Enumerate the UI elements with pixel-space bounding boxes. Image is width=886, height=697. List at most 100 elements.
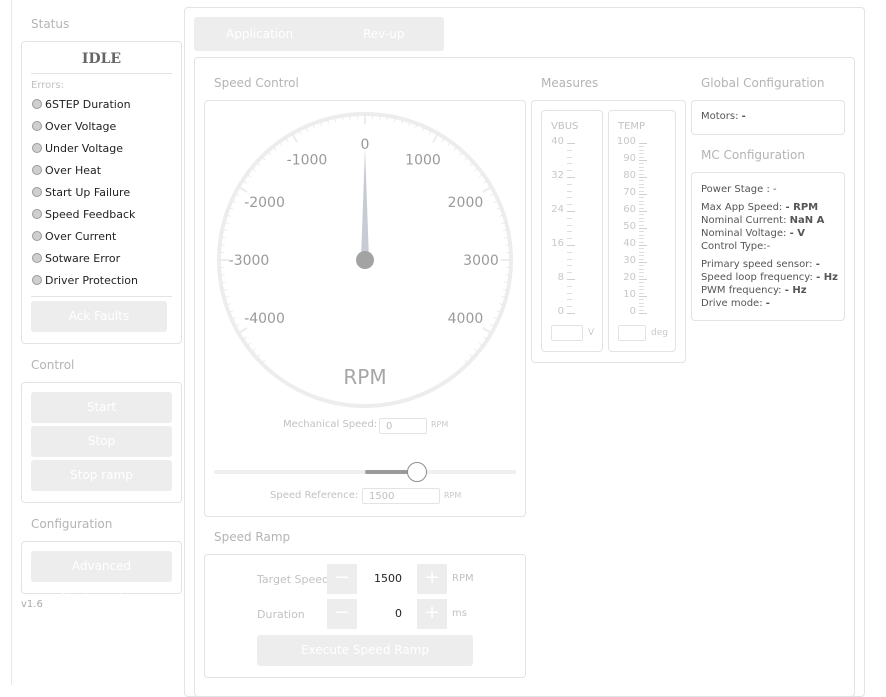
scale-minor-tick (639, 276, 644, 277)
ack-faults-button[interactable]: Ack Faults (31, 301, 167, 332)
scale-minor-tick (567, 163, 572, 164)
gauge-hub (356, 251, 374, 269)
configuration-title: Configuration (31, 517, 112, 531)
error-row: Sotware Error (32, 249, 120, 267)
duration-increment-button[interactable]: + (417, 599, 447, 629)
error-label: Over Voltage (45, 120, 116, 133)
scale-minor-tick (567, 204, 572, 205)
mechanical-speed-value: 0 (386, 421, 392, 432)
scale-minor-tick (639, 153, 644, 154)
scale-minor-tick (567, 184, 572, 185)
scale-tick (567, 279, 575, 280)
stop-button[interactable]: Stop (31, 426, 172, 457)
scale-tick-label: 0 (544, 306, 564, 317)
start-button[interactable]: Start (31, 392, 172, 423)
scale-minor-tick (639, 255, 644, 256)
gauge-tick (380, 115, 381, 120)
speed-control-title: Speed Control (214, 76, 299, 90)
scale-minor-tick (639, 269, 644, 270)
tab-rev-up[interactable]: Rev-up (363, 27, 405, 41)
scale-minor-tick (639, 197, 644, 198)
scale-minor-tick (567, 272, 572, 273)
scale-tick-label: 32 (544, 170, 564, 181)
gauge-tick (505, 245, 510, 246)
mechanical-speed-label: Mechanical Speed: (283, 419, 377, 430)
mc-config-title: MC Configuration (701, 148, 805, 162)
speed-reference-input[interactable]: 1500 (362, 488, 440, 504)
divider (31, 296, 172, 297)
target-speed-input[interactable]: 1500 (357, 564, 417, 594)
scale-tick-label: 40 (616, 238, 636, 249)
error-row: Under Voltage (32, 139, 123, 157)
drive-mode-label: Drive mode: (701, 298, 763, 309)
speed-reference-value: 1500 (369, 491, 394, 502)
speed-slider-handle[interactable] (407, 462, 427, 482)
divider (31, 73, 172, 74)
nominal-current-label: Nominal Current: (701, 215, 786, 226)
scale-minor-tick (567, 150, 572, 151)
gauge-tick (220, 275, 225, 276)
scale-minor-tick (567, 259, 572, 260)
speed-loop-value: - Hz (816, 272, 838, 283)
temp-label: TEMP (618, 121, 645, 132)
target-speed-decrement-button[interactable]: − (327, 564, 357, 594)
max-app-speed-value: - RPM (785, 202, 818, 213)
scale-tick-label: 10 (616, 289, 636, 300)
tab-application[interactable]: Application (226, 27, 293, 41)
mechanical-speed-field: 0 (379, 418, 427, 434)
error-label: Sotware Error (45, 252, 120, 265)
scale-minor-tick (639, 208, 644, 209)
speed-gauge: -4000-3000-2000-100001000200030004000 RP… (204, 100, 526, 420)
scale-minor-tick (639, 191, 644, 192)
global-config-title: Global Configuration (701, 76, 824, 90)
duration-decrement-button[interactable]: − (327, 599, 357, 629)
duration-input[interactable]: 0 (357, 599, 417, 629)
error-row: Driver Protection (32, 271, 138, 289)
scale-minor-tick (639, 286, 644, 287)
error-label: Speed Feedback (45, 208, 135, 221)
execute-speed-ramp-button[interactable]: Execute Speed Ramp (257, 635, 473, 666)
error-led-icon (32, 275, 42, 285)
error-label: Over Heat (45, 164, 101, 177)
scale-tick (639, 211, 647, 212)
error-label: 6STEP Duration (45, 98, 131, 111)
advanced-configuration-button[interactable]: Advanced Configuration (31, 551, 172, 582)
scale-minor-tick (639, 306, 644, 307)
scale-minor-tick (639, 289, 644, 290)
speed-loop-label: Speed loop frequency: (701, 272, 813, 283)
target-speed-increment-button[interactable]: + (417, 564, 447, 594)
nominal-current-line: Nominal Current: NaN A (701, 214, 838, 227)
power-stage: Power Stage : - (701, 183, 838, 196)
gauge-tick (220, 245, 225, 246)
scale-minor-tick (639, 282, 644, 283)
error-label: Driver Protection (45, 274, 138, 287)
gauge-tick-label: -2000 (244, 195, 285, 211)
scale-minor-tick (567, 170, 572, 171)
scale-minor-tick (567, 157, 572, 158)
max-app-speed-line: Max App Speed: - RPM (701, 201, 838, 214)
scale-minor-tick (639, 242, 644, 243)
scale-minor-tick (639, 299, 644, 300)
error-label: Start Up Failure (45, 186, 130, 199)
target-speed-unit: RPM (452, 573, 474, 584)
motors-label: Motors: (701, 111, 738, 122)
scale-tick-label: 30 (616, 255, 636, 266)
scale-minor-tick (639, 201, 644, 202)
scale-minor-tick (639, 204, 644, 205)
scale-tick (567, 177, 575, 178)
control-type: Control Type:- (701, 240, 838, 253)
gauge-tick-label: 2000 (448, 195, 484, 211)
scale-minor-tick (639, 157, 644, 158)
error-led-icon (32, 165, 42, 175)
stop-ramp-button[interactable]: Stop ramp (31, 460, 172, 491)
scale-tick-label: 100 (616, 136, 636, 147)
version-label: v1.6 (21, 599, 43, 610)
status-title: Status (31, 17, 69, 31)
scale-minor-tick (639, 163, 644, 164)
pwm-label: PWM frequency: (701, 285, 782, 296)
error-led-icon (32, 231, 42, 241)
drive-mode-value: - (766, 298, 770, 309)
duration-unit: ms (452, 608, 467, 619)
scale-minor-tick (639, 214, 644, 215)
gauge-tick-label: 3000 (463, 253, 499, 269)
